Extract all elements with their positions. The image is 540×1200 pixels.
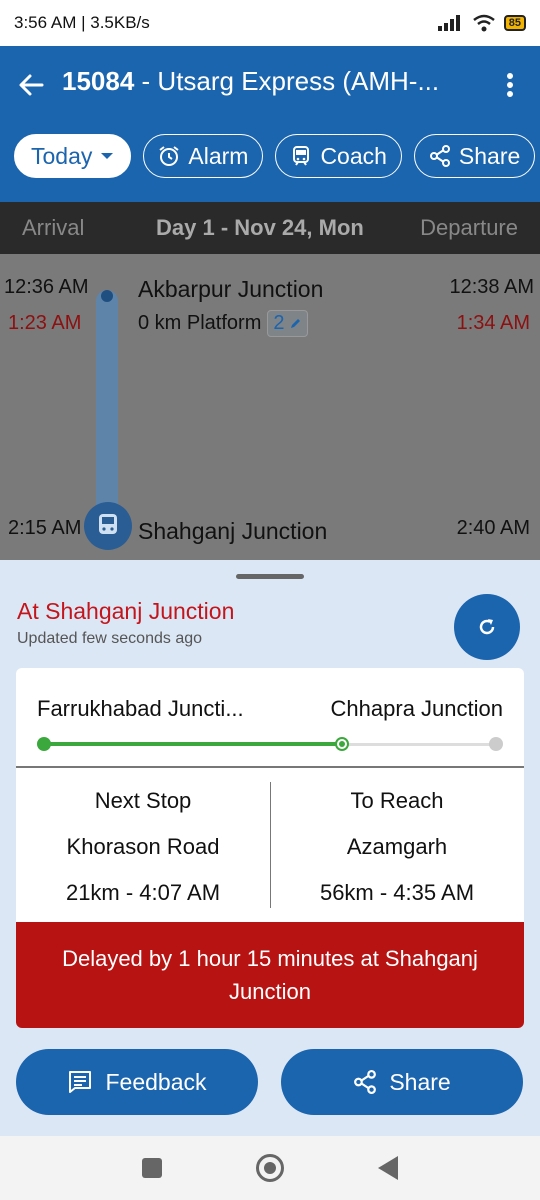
feedback-label: Feedback [105, 1068, 207, 1095]
pencil-icon [291, 319, 301, 328]
divider [16, 766, 524, 768]
share-label: Share [389, 1068, 451, 1095]
route-timeline[interactable]: 12:36 AM 1:23 AM Akbarpur Junction 0 km … [0, 254, 540, 560]
updated-timestamp: Updated few seconds ago [17, 630, 203, 647]
more-options-icon[interactable] [498, 70, 522, 100]
coach-button[interactable]: Coach [275, 134, 402, 178]
day-label: Day 1 - Nov 24, Mon [156, 215, 364, 240]
share-button[interactable]: Share [281, 1049, 523, 1115]
share-chip-label: Share [458, 142, 521, 169]
destination-dot [489, 737, 503, 751]
back-arrow-icon[interactable] [16, 70, 46, 100]
alarm-button[interactable]: Alarm [143, 134, 264, 178]
signal-icon [437, 15, 460, 31]
status-icons: 85 [437, 14, 526, 32]
progress-fill [44, 742, 343, 746]
feedback-button[interactable]: Feedback [16, 1049, 258, 1115]
chevron-down-icon [101, 153, 114, 159]
origin-station: Farrukhabad Juncti... [37, 696, 244, 721]
stop-detail: 0 km Platform 2 [138, 310, 309, 337]
status-bar: 3:56 AM | 3.5KB/s 85 [0, 0, 540, 46]
alarm-icon [159, 146, 179, 166]
origin-dot [37, 737, 51, 751]
system-nav-bar [0, 1136, 540, 1200]
alarm-label: Alarm [188, 142, 249, 169]
share-chip-button[interactable]: Share [413, 134, 536, 178]
departure-header: Departure [420, 215, 518, 240]
day-header: Arrival Day 1 - Nov 24, Mon Departure [0, 202, 540, 254]
next-stop-name: Khorason Road [66, 834, 220, 859]
platform-number: 2 [273, 312, 285, 334]
stop-arrival-time: 2:15 AM [8, 517, 82, 539]
journey-progress-card: Farrukhabad Juncti... Chhapra Junction N… [16, 668, 524, 1028]
arrival-header: Arrival [22, 215, 85, 240]
stop-arrival-actual: 1:23 AM [8, 312, 82, 334]
stop-dot [101, 290, 113, 302]
next-stop-label: Next Stop [94, 788, 192, 813]
today-label: Today [31, 142, 93, 169]
train-icon [293, 146, 310, 166]
train-location-icon [84, 502, 132, 550]
refresh-icon [479, 619, 495, 635]
refresh-button[interactable] [454, 594, 520, 660]
share-icon [429, 145, 450, 167]
to-reach-eta: 56km - 4:35 AM [319, 880, 475, 905]
battery-icon: 85 [503, 15, 526, 31]
recents-button[interactable] [142, 1158, 162, 1178]
current-position-dot [335, 737, 350, 751]
stop-distance-platform: 0 km Platform [138, 312, 262, 334]
drag-handle[interactable] [236, 574, 304, 579]
delay-banner: Delayed by 1 hour 15 minutes at Shahganj… [16, 922, 524, 1028]
to-reach-section: To Reach Azamgarh 56km - 4:35 AM [270, 786, 524, 924]
status-time-speed: 3:56 AM | 3.5KB/s [14, 13, 150, 32]
stop-name[interactable]: Akbarpur Junction [138, 276, 323, 303]
next-stop-section: Next Stop Khorason Road 21km - 4:07 AM [16, 786, 270, 924]
share-icon [354, 1070, 377, 1094]
platform-edit-button[interactable]: 2 [267, 310, 309, 337]
app-bar: 15084 - Utsarg Express (AMH-... Today Al… [0, 46, 540, 202]
current-station-status: At Shahganj Junction [17, 598, 235, 624]
next-stop-eta: 21km - 4:07 AM [65, 880, 221, 905]
feedback-icon [69, 1071, 92, 1093]
stop-departure-time: 2:40 AM [456, 517, 530, 539]
stop-departure-time: 12:38 AM [449, 276, 534, 298]
wifi-icon [472, 14, 495, 32]
stop-arrival-time: 12:36 AM [4, 276, 89, 298]
stop-name[interactable]: Shahganj Junction [138, 518, 327, 545]
to-reach-label: To Reach [350, 788, 444, 813]
home-button[interactable] [256, 1154, 284, 1182]
destination-station: Chhapra Junction [330, 696, 503, 721]
today-dropdown[interactable]: Today [14, 134, 132, 178]
stop-departure-actual: 1:34 AM [456, 312, 530, 334]
page-title: 15084 - Utsarg Express (AMH-... [62, 66, 478, 97]
coach-label: Coach [320, 142, 387, 169]
action-chips: Today Alarm Coach Share [14, 134, 536, 178]
live-status-sheet: At Shahganj Junction Updated few seconds… [0, 560, 540, 1136]
to-reach-name: Azamgarh [346, 834, 448, 859]
train-name: - Utsarg Express (AMH-... [134, 66, 440, 96]
train-number: 15084 [62, 66, 135, 96]
back-button[interactable] [378, 1156, 398, 1180]
